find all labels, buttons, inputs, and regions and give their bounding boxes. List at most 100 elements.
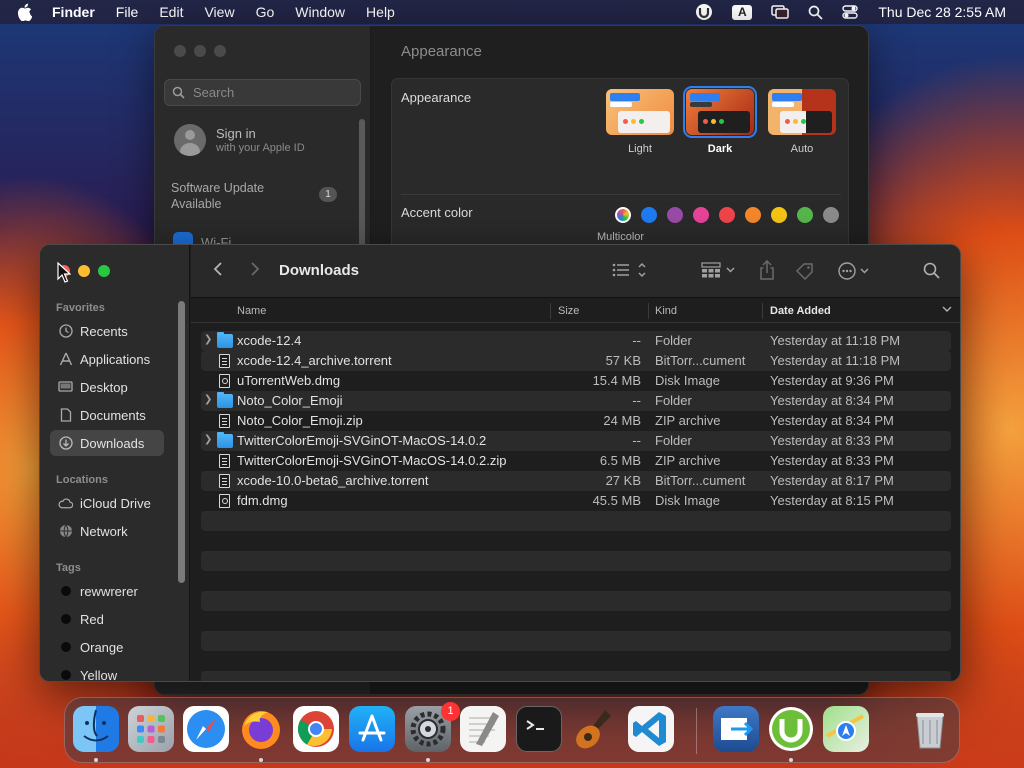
accent-multicolor-swatch[interactable]: [615, 207, 631, 223]
sidebar-item-label: Desktop: [80, 379, 128, 395]
apple-menu-icon[interactable]: [17, 3, 35, 21]
column-date-added[interactable]: Date Added: [770, 305, 831, 317]
terminal-icon[interactable]: [516, 706, 562, 752]
share-button[interactable]: [759, 260, 775, 280]
accent-pink-swatch[interactable]: [693, 207, 709, 223]
apple-id-signin[interactable]: Sign in with your Apple ID: [174, 124, 305, 156]
utorrent-status-icon[interactable]: [695, 3, 713, 21]
close-button[interactable]: [174, 45, 186, 57]
theme-light-option[interactable]: Light: [604, 89, 676, 155]
file-kind: ZIP archive: [655, 453, 721, 468]
mouse-pointer-icon: [57, 262, 71, 283]
firefox-icon[interactable]: [238, 706, 284, 752]
sidebar-tag-rewwrerer[interactable]: rewwrerer: [50, 578, 164, 604]
screen-mirroring-icon[interactable]: [771, 5, 790, 19]
file-row[interactable]: ❯ xcode-12.4 -- Folder Yesterday at 11:1…: [201, 331, 951, 351]
zoom-button[interactable]: [98, 265, 110, 277]
settings-sidebar-scrollbar[interactable]: [359, 119, 365, 249]
file-row[interactable]: uTorrentWeb.dmg 15.4 MB Disk Image Yeste…: [201, 371, 951, 391]
sidebar-scrollbar[interactable]: [178, 301, 185, 583]
utorrent-icon[interactable]: [768, 706, 814, 752]
app-store-icon[interactable]: [349, 706, 395, 752]
sidebar-item-applications[interactable]: Applications: [50, 346, 164, 372]
spotlight-search-icon[interactable]: [808, 5, 823, 20]
back-button[interactable]: [213, 261, 223, 277]
file-date: Yesterday at 8:33 PM: [770, 433, 894, 448]
accent-red-swatch[interactable]: [719, 207, 735, 223]
file-row[interactable]: fdm.dmg 45.5 MB Disk Image Yesterday at …: [201, 491, 951, 511]
migration-assistant-icon[interactable]: [713, 706, 759, 752]
launchpad-icon[interactable]: [128, 706, 174, 752]
menu-go[interactable]: Go: [256, 4, 275, 20]
sidebar-tag-orange[interactable]: Orange: [50, 634, 164, 660]
minimize-button[interactable]: [194, 45, 206, 57]
file-row[interactable]: xcode-12.4_archive.torrent 57 KB BitTorr…: [201, 351, 951, 371]
sidebar-item-desktop[interactable]: Desktop: [50, 374, 164, 400]
garageband-icon[interactable]: [571, 706, 617, 752]
appearance-label: Appearance: [401, 90, 472, 105]
input-source-icon[interactable]: A: [732, 4, 753, 20]
sidebar-item-documents[interactable]: Documents: [50, 402, 164, 428]
disclosure-chevron-icon[interactable]: ❯: [204, 334, 214, 345]
settings-search-field[interactable]: Search: [164, 79, 361, 106]
empty-row: [201, 671, 951, 681]
file-row[interactable]: Noto_Color_Emoji.zip 24 MB ZIP archive Y…: [201, 411, 951, 431]
file-date: Yesterday at 8:15 PM: [770, 493, 894, 508]
menu-app-name[interactable]: Finder: [52, 4, 95, 20]
finder-icon[interactable]: [73, 706, 119, 752]
theme-auto-option[interactable]: Auto: [766, 89, 838, 155]
auto-theme-thumbnail: [768, 89, 836, 135]
accent-graphite-swatch[interactable]: [823, 207, 839, 223]
maps-icon[interactable]: [823, 706, 869, 752]
accent-yellow-swatch[interactable]: [771, 207, 787, 223]
menu-clock[interactable]: Thu Dec 28 2:55 AM: [878, 4, 1006, 20]
group-button[interactable]: [701, 262, 739, 278]
file-row[interactable]: xcode-10.0-beta6_archive.torrent 27 KB B…: [201, 471, 951, 491]
control-center-icon[interactable]: [842, 5, 859, 19]
sidebar-item-downloads[interactable]: Downloads: [50, 430, 164, 456]
more-actions-button[interactable]: [838, 262, 872, 280]
menu-file[interactable]: File: [116, 4, 139, 20]
forward-button[interactable]: [250, 261, 260, 277]
sidebar-item-recents[interactable]: Recents: [50, 318, 164, 344]
menu-help[interactable]: Help: [366, 4, 395, 20]
file-name: TwitterColorEmoji-SVGinOT-MacOS-14.0.2: [237, 433, 487, 448]
sidebar-item-network[interactable]: Network: [50, 518, 164, 544]
minimize-button[interactable]: [78, 265, 90, 277]
file-kind: BitTorr...cument: [655, 473, 746, 488]
disclosure-chevron-icon[interactable]: ❯: [204, 394, 214, 405]
chrome-icon[interactable]: [293, 706, 339, 752]
accent-green-swatch[interactable]: [797, 207, 813, 223]
vscode-icon[interactable]: [628, 706, 674, 752]
trash-icon[interactable]: [907, 706, 953, 752]
safari-icon[interactable]: [183, 706, 229, 752]
column-separator[interactable]: [648, 303, 649, 319]
document-icon: [219, 354, 230, 368]
sidebar-tag-yellow[interactable]: Yellow: [50, 662, 164, 681]
column-separator[interactable]: [550, 303, 551, 319]
zoom-button[interactable]: [214, 45, 226, 57]
software-update-item[interactable]: Software Update Available: [171, 180, 264, 212]
textedit-icon[interactable]: [460, 706, 506, 752]
accent-orange-swatch[interactable]: [745, 207, 761, 223]
accent-blue-swatch[interactable]: [641, 207, 657, 223]
file-row[interactable]: ❯ Noto_Color_Emoji -- Folder Yesterday a…: [201, 391, 951, 411]
tag-button[interactable]: [795, 262, 815, 280]
menu-view[interactable]: View: [204, 4, 234, 20]
search-button[interactable]: [923, 262, 940, 279]
column-kind[interactable]: Kind: [655, 305, 677, 317]
file-row[interactable]: ❯ TwitterColorEmoji-SVGinOT-MacOS-14.0.2…: [201, 431, 951, 451]
sidebar-item-icloud-drive[interactable]: iCloud Drive: [50, 490, 164, 516]
sort-chevron-down-icon[interactable]: [942, 304, 952, 317]
column-size[interactable]: Size: [558, 305, 579, 317]
accent-purple-swatch[interactable]: [667, 207, 683, 223]
view-options-button[interactable]: [612, 262, 650, 278]
sidebar-tag-red[interactable]: Red: [50, 606, 164, 632]
column-separator[interactable]: [762, 303, 763, 319]
file-row[interactable]: TwitterColorEmoji-SVGinOT-MacOS-14.0.2.z…: [201, 451, 951, 471]
column-name[interactable]: Name: [237, 305, 266, 317]
disclosure-chevron-icon[interactable]: ❯: [204, 434, 214, 445]
menu-window[interactable]: Window: [295, 4, 345, 20]
theme-dark-option[interactable]: Dark: [683, 86, 757, 155]
menu-edit[interactable]: Edit: [159, 4, 183, 20]
